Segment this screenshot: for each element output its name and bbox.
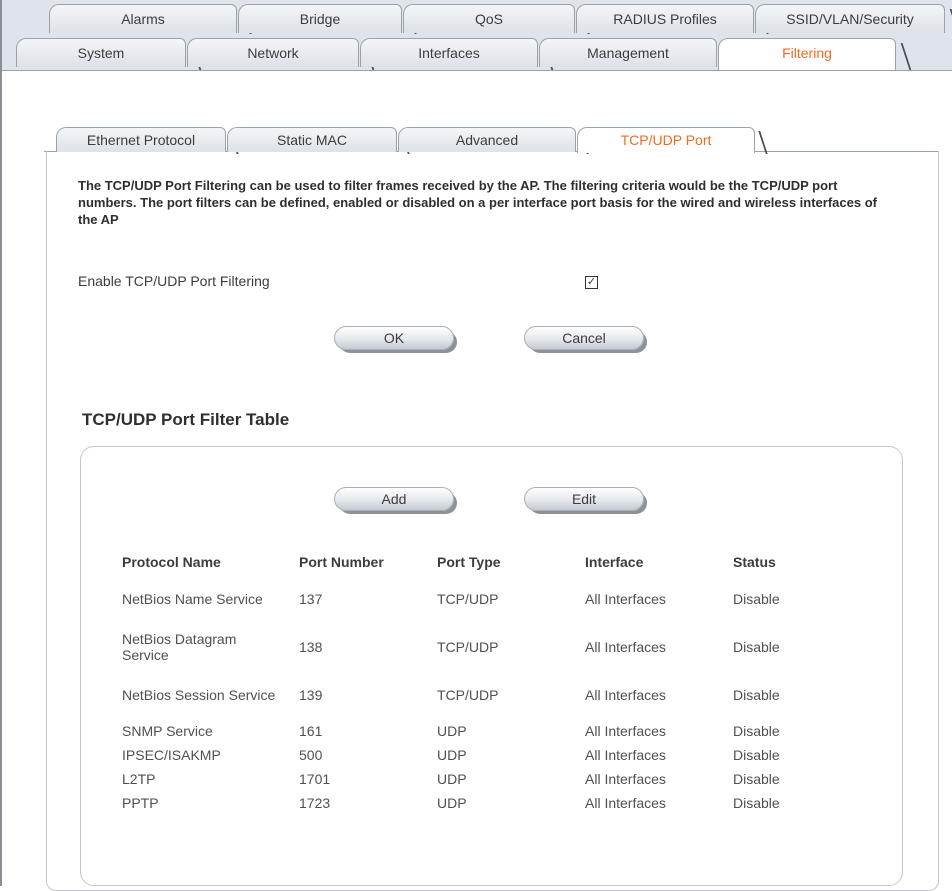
status-cell: Disable [733, 639, 780, 655]
column-header-interface: Interface [585, 554, 644, 570]
table-row[interactable]: NetBios Datagram Service 138 TCP/UDP All… [112, 623, 823, 671]
port-filter-table: Protocol Name Port Number Port Type Inte… [112, 549, 823, 815]
interface-cell: All Interfaces [585, 723, 666, 739]
status-cell: Disable [733, 795, 780, 811]
port-type-cell: TCP/UDP [437, 687, 499, 703]
column-header-port-number: Port Number [299, 554, 384, 570]
port-number-cell: 1723 [299, 795, 331, 811]
tab-network[interactable]: Network [187, 38, 359, 67]
tab-system[interactable]: System [16, 38, 186, 67]
ok-button[interactable]: OK [334, 326, 454, 350]
interface-cell: All Interfaces [585, 771, 666, 787]
port-number-cell: 139 [299, 687, 323, 703]
top-tab-row-2: System Network Interfaces Management Fil… [2, 34, 952, 71]
port-type-cell: UDP [437, 723, 467, 739]
column-header-protocol-name: Protocol Name [122, 554, 221, 570]
port-type-cell: TCP/UDP [437, 639, 499, 655]
status-cell: Disable [733, 591, 780, 607]
interface-cell: All Interfaces [585, 795, 666, 811]
column-header-port-type: Port Type [437, 554, 501, 570]
column-header-status: Status [733, 554, 776, 570]
protocol-name-cell: SNMP Service [122, 723, 213, 739]
enable-filtering-label: Enable TCP/UDP Port Filtering [78, 273, 270, 289]
tab-ssid-vlan-security[interactable]: SSID/VLAN/Security [755, 4, 945, 33]
port-number-cell: 161 [299, 723, 323, 739]
tab-qos[interactable]: QoS [403, 4, 575, 33]
port-number-cell: 1701 [299, 771, 331, 787]
subtab-ethernet-protocol[interactable]: Ethernet Protocol [56, 127, 226, 152]
port-number-cell: 138 [299, 639, 323, 655]
port-type-cell: TCP/UDP [437, 591, 499, 607]
add-button[interactable]: Add [334, 487, 454, 511]
edit-button[interactable]: Edit [524, 487, 644, 511]
subtab-static-mac[interactable]: Static MAC [227, 127, 397, 152]
table-row[interactable]: NetBios Name Service 137 TCP/UDP All Int… [112, 575, 823, 623]
table-header-row: Protocol Name Port Number Port Type Inte… [112, 549, 823, 575]
tab-filtering[interactable]: Filtering [718, 38, 896, 70]
port-type-cell: UDP [437, 795, 467, 811]
port-number-cell: 500 [299, 747, 323, 763]
cancel-button[interactable]: Cancel [524, 326, 644, 350]
filter-table-title: TCP/UDP Port Filter Table [82, 410, 290, 429]
tab-radius-profiles[interactable]: RADIUS Profiles [576, 4, 754, 33]
sub-tab-row: Ethernet Protocol Static MAC Advanced TC… [44, 119, 939, 153]
interface-cell: All Interfaces [585, 639, 666, 655]
tab-interfaces[interactable]: Interfaces [360, 38, 538, 67]
status-cell: Disable [733, 687, 780, 703]
protocol-name-cell: L2TP [122, 771, 156, 787]
table-row[interactable]: SNMP Service 161 UDP All Interfaces Disa… [112, 719, 823, 743]
interface-cell: All Interfaces [585, 591, 666, 607]
port-type-cell: UDP [437, 771, 467, 787]
port-number-cell: 137 [299, 591, 323, 607]
status-cell: Disable [733, 771, 780, 787]
top-tab-row-1: Alarms Bridge QoS RADIUS Profiles SSID/V… [2, 0, 952, 35]
protocol-name-cell: PPTP [122, 795, 159, 811]
table-row[interactable]: NetBios Session Service 139 TCP/UDP All … [112, 671, 823, 719]
interface-cell: All Interfaces [585, 687, 666, 703]
subtab-advanced[interactable]: Advanced [398, 127, 576, 152]
protocol-name-cell: IPSEC/ISAKMP [122, 747, 221, 763]
status-cell: Disable [733, 747, 780, 763]
protocol-name-cell: NetBios Name Service [122, 591, 263, 607]
subtab-tcp-udp-port[interactable]: TCP/UDP Port [577, 127, 755, 153]
enable-filtering-checkbox[interactable]: ✓ [585, 276, 598, 289]
protocol-name-cell: NetBios Datagram Service [122, 631, 237, 663]
tab-bridge[interactable]: Bridge [238, 4, 402, 33]
status-cell: Disable [733, 723, 780, 739]
table-row[interactable]: PPTP 1723 UDP All Interfaces Disable [112, 791, 823, 815]
protocol-name-cell: NetBios Session Service [122, 687, 276, 703]
filtering-description: The TCP/UDP Port Filtering can be used t… [78, 178, 877, 227]
tab-alarms[interactable]: Alarms [49, 4, 237, 33]
table-row[interactable]: IPSEC/ISAKMP 500 UDP All Interfaces Disa… [112, 743, 823, 767]
tab-management[interactable]: Management [539, 38, 717, 67]
table-row[interactable]: L2TP 1701 UDP All Interfaces Disable [112, 767, 823, 791]
interface-cell: All Interfaces [585, 747, 666, 763]
port-type-cell: UDP [437, 747, 467, 763]
